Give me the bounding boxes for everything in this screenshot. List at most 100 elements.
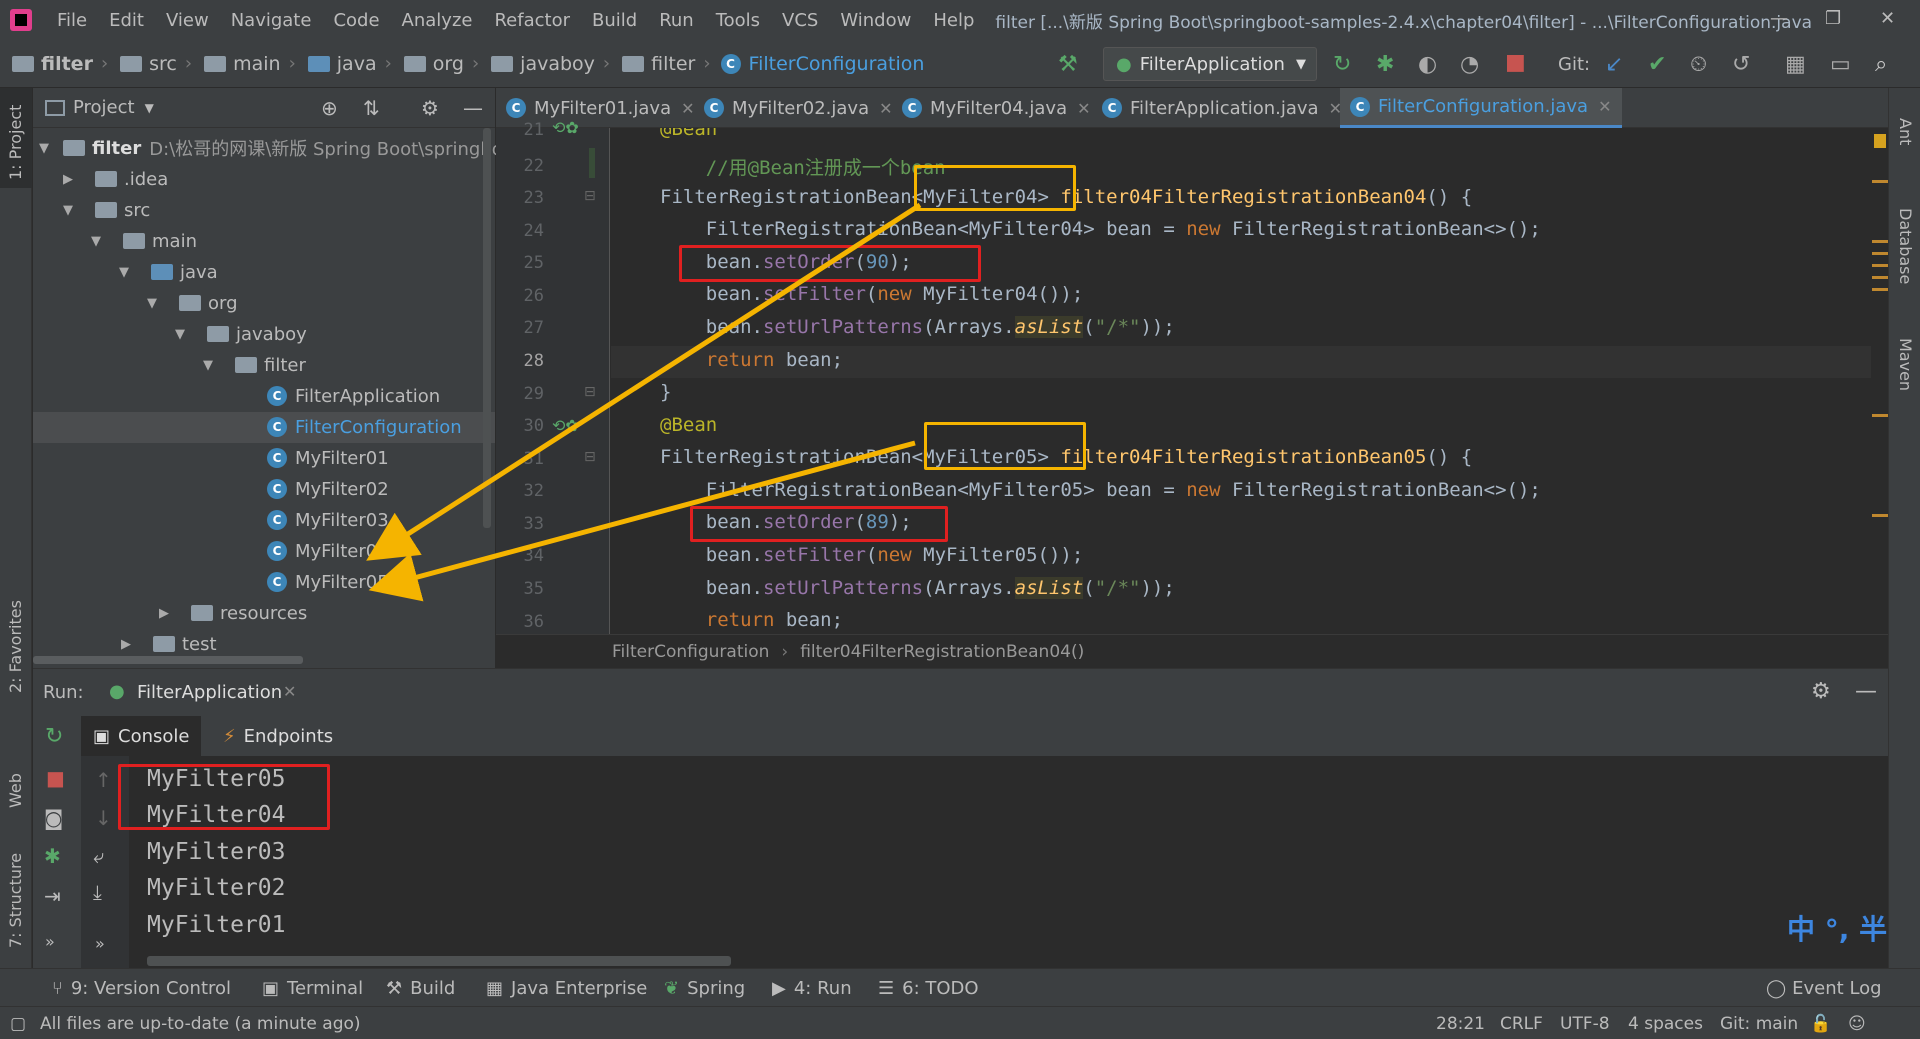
project-view-select[interactable]: Project — [73, 97, 135, 118]
close-tab-icon[interactable]: ✕ — [283, 682, 296, 701]
git-commit-icon[interactable]: ✔ — [1648, 52, 1666, 77]
run-config-select[interactable]: ● FilterApplication ▼ — [1103, 47, 1317, 81]
spring-bean-gutter-icon[interactable]: ⟲✿ — [552, 118, 579, 137]
fold-icon[interactable]: ⊟ — [584, 188, 596, 204]
indent-setting[interactable]: 4 spaces — [1628, 1007, 1703, 1039]
status-toggle-icon[interactable]: ▢ — [10, 1007, 26, 1039]
menu-help[interactable]: Help — [922, 10, 985, 31]
tab-java-enterprise[interactable]: ▦ Java Enterprise — [486, 969, 647, 1007]
menu-edit[interactable]: Edit — [98, 10, 155, 31]
menu-file[interactable]: File — [46, 10, 98, 31]
debug-icon[interactable]: ✱ — [44, 844, 61, 868]
favorites-tool-tab[interactable]: 2: Favorites — [6, 600, 25, 693]
file-encoding[interactable]: UTF-8 — [1560, 1007, 1610, 1039]
tree-item-resources[interactable]: ▶ resources — [119, 598, 307, 628]
scroll-down-icon[interactable]: ↓ — [95, 806, 112, 830]
close-icon[interactable]: ✕ — [1880, 8, 1895, 29]
horizontal-scrollbar[interactable] — [147, 956, 731, 966]
tab-console[interactable]: ▣ Console — [81, 716, 202, 756]
tab-spring[interactable]: ❦ Spring — [664, 969, 745, 1007]
tab-myfilter04[interactable]: C MyFilter04.java ✕ — [892, 88, 1101, 128]
code-editor[interactable]: @Bean //用@Bean注册成一个bean FilterRegistrati… — [611, 128, 1871, 634]
console-output[interactable]: ↑ ↓ ⤶ ⤓ » MyFilter05 MyFilter04 MyFilter… — [81, 756, 1888, 968]
spring-bean-gutter-icon[interactable]: ⟲✿ — [552, 416, 579, 435]
menu-view[interactable]: View — [155, 10, 220, 31]
presentation-icon[interactable]: ▭ — [1830, 52, 1851, 77]
debug-icon[interactable]: ✱ — [1376, 52, 1394, 77]
structure-tool-tab[interactable]: 7: Structure — [6, 853, 25, 948]
tree-item-myfilter03[interactable]: C MyFilter03 — [267, 505, 389, 535]
web-tool-tab[interactable]: Web — [6, 773, 25, 808]
breadcrumb-main[interactable]: main › — [192, 53, 296, 75]
tab-version-control[interactable]: ⑂ 9: Version Control — [52, 969, 231, 1007]
git-history-icon[interactable]: ⏲ — [1690, 52, 1707, 77]
stop-icon[interactable]: ■ — [1505, 50, 1526, 75]
search-icon[interactable]: ⌕ — [1875, 52, 1887, 77]
project-tool-tab[interactable]: 1: Project — [6, 105, 25, 180]
tree-item-main[interactable]: ▼ main — [91, 226, 197, 256]
inspector-icon[interactable]: ☺ — [1848, 1007, 1866, 1039]
tree-item-filter[interactable]: ▼ filter — [203, 350, 306, 380]
breadcrumb-java[interactable]: java › — [296, 53, 392, 75]
git-branch[interactable]: Git: main — [1720, 1007, 1798, 1039]
hide-icon[interactable]: — — [1855, 679, 1877, 704]
tab-run[interactable]: ▶ 4: Run — [772, 969, 852, 1007]
tree-root-filter[interactable]: ▼ filter D:\松哥的网课\新版 Spring Boot\springboo… — [39, 133, 521, 163]
menu-run[interactable]: Run — [648, 10, 705, 31]
lock-icon[interactable]: 🔓 — [1810, 1007, 1831, 1039]
camera-icon[interactable]: ◙ — [44, 806, 63, 830]
breadcrumb-method[interactable]: filter04FilterRegistrationBean04() — [800, 642, 1084, 662]
menu-build[interactable]: Build — [581, 10, 648, 31]
rerun-icon[interactable]: ↻ — [1333, 52, 1351, 77]
tab-filterconfiguration[interactable]: C FilterConfiguration.java ✕ — [1340, 88, 1622, 128]
database-tool-tab[interactable]: Database — [1896, 208, 1915, 284]
tab-build[interactable]: ⚒ Build — [386, 969, 455, 1007]
menu-vcs[interactable]: VCS — [771, 10, 829, 31]
exit-icon[interactable]: ⇥ — [44, 884, 61, 908]
horizontal-scrollbar[interactable] — [33, 656, 303, 664]
scroll-to-end-icon[interactable]: ⤓ — [93, 880, 102, 904]
tree-item-myfilter05[interactable]: C MyFilter05 — [267, 567, 389, 597]
menu-navigate[interactable]: Navigate — [220, 10, 323, 31]
chevron-down-icon[interactable]: ▼ — [145, 101, 154, 115]
minimize-icon[interactable]: — — [1770, 8, 1788, 29]
rerun-icon[interactable]: ↻ — [45, 724, 63, 749]
editor-scroll-markers[interactable] — [1872, 128, 1888, 634]
tree-item-myfilter02[interactable]: C MyFilter02 — [267, 474, 389, 504]
profile-icon[interactable]: ◔ — [1460, 52, 1479, 77]
tree-item-idea[interactable]: ▶ .idea — [63, 164, 168, 194]
tree-item-org[interactable]: ▼ org — [147, 288, 238, 318]
coverage-icon[interactable]: ◐ — [1418, 52, 1437, 77]
breadcrumb-org[interactable]: org › — [392, 53, 479, 75]
tab-terminal[interactable]: ▣ Terminal — [262, 969, 363, 1007]
tree-item-test[interactable]: ▶ test — [91, 629, 217, 659]
fold-icon[interactable]: ⊟ — [584, 384, 596, 400]
menu-tools[interactable]: Tools — [705, 10, 771, 31]
soft-wrap-icon[interactable]: ⤶ — [93, 844, 104, 868]
tree-item-javaboy[interactable]: ▼ javaboy — [175, 319, 307, 349]
tab-myfilter02[interactable]: C MyFilter02.java ✕ — [694, 88, 903, 128]
close-tab-icon[interactable]: ✕ — [879, 99, 892, 118]
scroll-up-icon[interactable]: ↑ — [95, 768, 112, 792]
tab-filterapplication[interactable]: C FilterApplication.java ✕ — [1092, 88, 1352, 128]
close-tab-icon[interactable]: ✕ — [1598, 97, 1611, 116]
tab-endpoints[interactable]: ⚡ Endpoints — [211, 716, 345, 756]
gear-icon[interactable]: ⚙ — [1811, 679, 1831, 704]
stop-icon[interactable]: ■ — [46, 766, 65, 790]
fold-icon[interactable]: ⊟ — [584, 449, 596, 465]
menu-analyze[interactable]: Analyze — [391, 10, 484, 31]
close-tab-icon[interactable]: ✕ — [1077, 99, 1090, 118]
locate-icon[interactable]: ⊕ — [321, 96, 338, 120]
tree-item-src[interactable]: ▼ src — [63, 195, 150, 225]
more-icon[interactable]: » — [45, 932, 55, 951]
ime-indicator[interactable]: 中 °, 半 — [1787, 908, 1887, 948]
tree-item-myfilter04[interactable]: C MyFilter04 — [267, 536, 389, 566]
vertical-scrollbar[interactable] — [483, 128, 491, 528]
run-config-tab[interactable]: FilterApplication — [137, 682, 282, 703]
more-icon[interactable]: » — [95, 934, 105, 953]
menu-refactor[interactable]: Refactor — [483, 10, 581, 31]
maven-tool-tab[interactable]: Maven — [1896, 338, 1915, 391]
breadcrumb-filter-pkg[interactable]: filter › — [610, 53, 711, 75]
tree-item-java[interactable]: ▼ java — [119, 257, 218, 287]
git-update-icon[interactable]: ↙ — [1605, 52, 1623, 77]
